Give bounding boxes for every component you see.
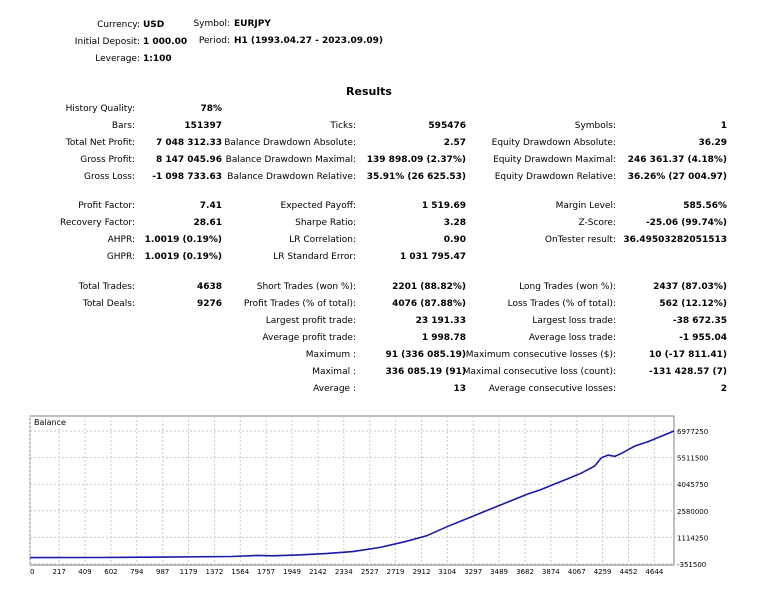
x-tick-label: 1372 (206, 568, 224, 576)
x-tick-label: 3489 (490, 568, 508, 576)
x-tick-label: 1949 (283, 568, 301, 576)
x-tick-label: 794 (130, 568, 144, 576)
x-tick-label: 2334 (335, 568, 353, 576)
x-tick-label: 602 (104, 568, 117, 576)
chart-frame (29, 415, 675, 566)
x-tick-label: 3104 (438, 568, 456, 576)
y-tick-label: 2580000 (677, 508, 708, 516)
y-tick-label: 4045750 (677, 481, 708, 489)
x-tick-label: 3874 (542, 568, 560, 576)
x-tick-label: 4644 (645, 568, 663, 576)
x-tick-label: 3682 (516, 568, 534, 576)
x-tick-label: 2719 (387, 568, 405, 576)
x-tick-label: 1179 (180, 568, 198, 576)
x-tick-label: 0 (30, 568, 34, 576)
balance-chart: Balance 6977250 5511500 4045750 2580000 1114… (29, 415, 708, 576)
x-tick-label: 2142 (309, 568, 327, 576)
x-tick-label: 987 (156, 568, 169, 576)
y-tick-label: 1114250 (677, 534, 708, 542)
x-tick-label: 1564 (231, 568, 249, 576)
x-tick-label: 409 (78, 568, 91, 576)
y-axis-labels: 6977250 5511500 4045750 2580000 1114250 -3515… (677, 428, 708, 569)
x-tick-label: 2527 (361, 568, 379, 576)
x-tick-label: 4452 (620, 568, 638, 576)
x-tick-label: 217 (52, 568, 65, 576)
x-tick-label: 4067 (568, 568, 586, 576)
x-tick-label: 3297 (464, 568, 482, 576)
y-tick-label: 5511500 (677, 455, 708, 463)
x-tick-label: 2912 (413, 568, 431, 576)
y-tick-label: -351500 (677, 561, 706, 569)
y-tick-label: 6977250 (677, 428, 708, 436)
x-tick-label: 4259 (594, 568, 612, 576)
chart-title: Balance (34, 418, 66, 427)
x-tick-label: 1757 (257, 568, 275, 576)
x-axis-labels: 0 217 409 602 794 987 1179 1372 1564 1757 1949 2142… (30, 568, 664, 576)
